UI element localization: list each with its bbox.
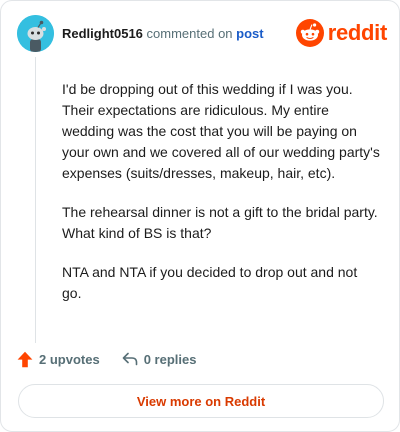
view-more-on-reddit-button[interactable]: View more on Reddit — [18, 384, 384, 418]
post-link[interactable]: post — [236, 26, 263, 41]
comment-paragraph: NTA and NTA if you decided to drop out a… — [62, 264, 358, 301]
comment-footer: 2 upvotes 0 replies — [17, 349, 196, 369]
username-link[interactable]: Redlight0516 — [62, 26, 143, 41]
comment-paragraph: I'd be dropping out of this wedding if I… — [62, 81, 380, 181]
comment-header: Redlight0516 commented on post reddit — [17, 15, 387, 53]
reply-button[interactable]: 0 replies — [122, 351, 197, 367]
action-text: commented on — [146, 26, 233, 41]
brand-wordmark: reddit — [327, 20, 388, 45]
upvote-button[interactable]: 2 upvotes — [17, 351, 100, 368]
reply-count: 0 replies — [143, 351, 197, 367]
reddit-logo-icon — [295, 19, 324, 47]
upvote-arrow-icon — [17, 351, 33, 367]
upvote-count: 2 upvotes — [39, 351, 100, 367]
comment-paragraph: The rehearsal dinner is not a gift to th… — [62, 204, 378, 241]
reply-arrow-icon — [122, 352, 137, 366]
comment-body: I'd be dropping out of this wedding if I… — [62, 79, 380, 322]
reddit-comment-embed-card: Redlight0516 commented on post reddit I'… — [0, 0, 400, 432]
user-avatar-icon[interactable] — [17, 15, 54, 52]
thread-line — [35, 57, 36, 343]
comment-meta: Redlight0516 commented on post — [62, 26, 264, 41]
reddit-brand[interactable]: reddit — [295, 17, 388, 49]
